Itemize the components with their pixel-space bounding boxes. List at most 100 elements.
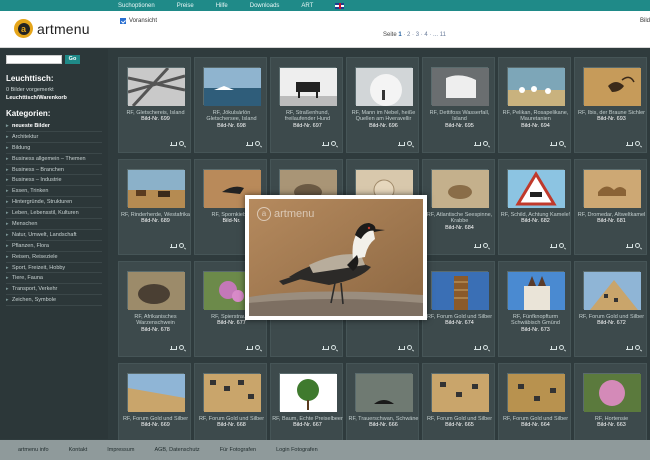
image-card[interactable]: RF, Jökulsárlón Gletschersee, Island Bild…	[194, 57, 267, 153]
category-item[interactable]: Business – Industrie	[6, 175, 102, 187]
preview-checkbox[interactable]	[120, 18, 126, 24]
thumbnail-image[interactable]	[583, 67, 641, 106]
footer-link[interactable]: AGB, Datenschutz	[154, 447, 199, 453]
thumbnail-image[interactable]	[127, 66, 186, 108]
image-card[interactable]: RF, Afrikanisches Warzenschwein Bild-Nr. …	[118, 261, 191, 357]
nav-preise[interactable]: Preise	[177, 3, 194, 9]
image-card[interactable]: RF, Atlantische Seespinne, Krabbe Bild-Nr…	[422, 159, 495, 255]
thumbnail-image[interactable]	[507, 373, 565, 412]
thumbnail-image[interactable]	[583, 373, 641, 412]
zoom-icon[interactable]	[331, 345, 336, 350]
zoom-icon[interactable]	[559, 141, 564, 146]
cart-icon[interactable]	[474, 244, 481, 248]
zoom-icon[interactable]	[559, 345, 564, 350]
image-preview-popup[interactable]: a artmenu	[245, 195, 427, 320]
category-item[interactable]: neueste Bilder	[6, 121, 102, 132]
image-card[interactable]: RF, Mann im Nebel, heiße Quellen am Hver…	[346, 57, 419, 153]
cart-icon[interactable]	[626, 142, 633, 146]
nav-suchoptionen[interactable]: Suchoptionen	[118, 3, 155, 9]
category-item[interactable]: Business allgemein – Themen	[6, 154, 102, 165]
cart-icon[interactable]	[398, 346, 405, 350]
category-item[interactable]: Bildung	[6, 143, 102, 154]
zoom-icon[interactable]	[255, 141, 260, 146]
zoom-icon[interactable]	[407, 345, 412, 350]
zoom-icon[interactable]	[179, 345, 184, 350]
cart-icon[interactable]	[474, 346, 481, 350]
cart-icon[interactable]	[170, 142, 177, 146]
category-item[interactable]: Leben, Lebensstil, Kulturen	[6, 208, 102, 220]
thumbnail-image[interactable]	[127, 169, 185, 208]
zoom-icon[interactable]	[483, 345, 488, 350]
category-item[interactable]: Hintergründe, Strukturen	[6, 197, 102, 209]
cart-icon[interactable]	[170, 244, 177, 248]
cart-icon[interactable]	[474, 142, 481, 146]
cart-icon[interactable]	[626, 346, 633, 350]
thumbnail-image[interactable]	[355, 67, 413, 106]
image-card[interactable]: RF, Pelikan, Rosapelikane, Mauretanien Bi…	[498, 57, 571, 153]
thumbnail-image[interactable]	[279, 373, 337, 412]
category-item[interactable]: Transport, Verkehr	[6, 284, 102, 296]
category-item[interactable]: Zeichen, Symbole	[6, 295, 102, 307]
cart-icon[interactable]	[398, 142, 405, 146]
thumbnail-image[interactable]	[431, 373, 489, 412]
artmenu-logo[interactable]: a artmenu	[14, 19, 90, 38]
go-button[interactable]: Go	[65, 55, 80, 64]
thumbnail-image[interactable]	[431, 169, 489, 208]
category-item[interactable]: Architektur	[6, 132, 102, 143]
thumbnail-image[interactable]	[431, 271, 489, 310]
nav-downloads[interactable]: Downloads	[250, 3, 280, 9]
thumbnail-image[interactable]	[507, 67, 565, 106]
image-card[interactable]: RF, Rinderherde, Westafrika Bild-Nr. 689	[118, 159, 191, 255]
cart-icon[interactable]	[322, 346, 329, 350]
preview-toggle[interactable]: Voransicht	[120, 18, 157, 24]
thumbnail-image[interactable]	[507, 169, 565, 208]
category-item[interactable]: Sport, Freizeit, Hobby	[6, 263, 102, 274]
zoom-icon[interactable]	[559, 243, 564, 248]
image-card[interactable]: RF, Schild, Achtung Kamele! Bild-Nr. 682	[498, 159, 571, 255]
footer-link[interactable]: Impressum	[107, 447, 134, 453]
zoom-icon[interactable]	[331, 141, 336, 146]
cart-icon[interactable]	[246, 346, 253, 350]
image-card[interactable]: RF, Ibis, der Braune Sichler Bild-Nr. 693	[574, 57, 647, 153]
thumbnail-image[interactable]	[279, 67, 337, 106]
thumbnail-image[interactable]	[203, 67, 261, 106]
pagination-pages[interactable]: · 2 · 3 · 4 · ... 11	[403, 32, 446, 38]
cart-icon[interactable]	[550, 244, 557, 248]
footer-link[interactable]: Kontakt	[69, 447, 88, 453]
footer-link[interactable]: artmenu info	[18, 447, 49, 453]
category-item[interactable]: Pflanzen, Flora	[6, 241, 102, 252]
cart-icon[interactable]	[170, 346, 177, 350]
thumbnail-image[interactable]	[507, 271, 565, 310]
image-card[interactable]: RF, Straßenhund, freilaufender Hund Bild-…	[270, 57, 343, 153]
uk-flag-icon[interactable]	[335, 2, 345, 9]
thumbnail-image[interactable]	[355, 373, 413, 412]
zoom-icon[interactable]	[635, 141, 640, 146]
cart-icon[interactable]	[550, 346, 557, 350]
category-item[interactable]: Reisen, Reiseziele	[6, 252, 102, 263]
zoom-icon[interactable]	[483, 141, 488, 146]
cart-icon[interactable]	[626, 244, 633, 248]
category-item[interactable]: Tiere, Fauna	[6, 273, 102, 285]
zoom-icon[interactable]	[635, 243, 640, 248]
cart-icon[interactable]	[322, 142, 329, 146]
zoom-icon[interactable]	[483, 243, 488, 248]
category-item[interactable]: Menschen	[6, 219, 102, 230]
zoom-icon[interactable]	[179, 243, 184, 248]
thumbnail-image[interactable]	[203, 373, 261, 412]
cart-icon[interactable]	[550, 142, 557, 146]
zoom-icon[interactable]	[635, 345, 640, 350]
thumbnail-image[interactable]	[127, 373, 185, 412]
thumbnail-image[interactable]	[127, 271, 185, 310]
footer-link[interactable]: Login Fotografen	[276, 447, 318, 453]
leuchttisch-link[interactable]: Leuchttisch/Warenkorb	[6, 95, 102, 101]
zoom-icon[interactable]	[179, 141, 184, 146]
image-card[interactable]: RF, Dettifoss Wasserfall, Island Bild-Nr.…	[422, 57, 495, 153]
zoom-icon[interactable]	[407, 141, 412, 146]
search-input[interactable]	[6, 55, 62, 64]
cart-icon[interactable]	[246, 142, 253, 146]
thumbnail-image[interactable]	[431, 67, 489, 106]
image-card[interactable]: RF, Forum Gold und Silber Bild-Nr. 674	[422, 261, 495, 357]
category-item[interactable]: Essen, Trinken	[6, 186, 102, 198]
category-item[interactable]: Natur, Umwelt, Landschaft	[6, 230, 102, 241]
image-card[interactable]: RF, Forum Gold und Silber Bild-Nr. 672	[574, 261, 647, 357]
